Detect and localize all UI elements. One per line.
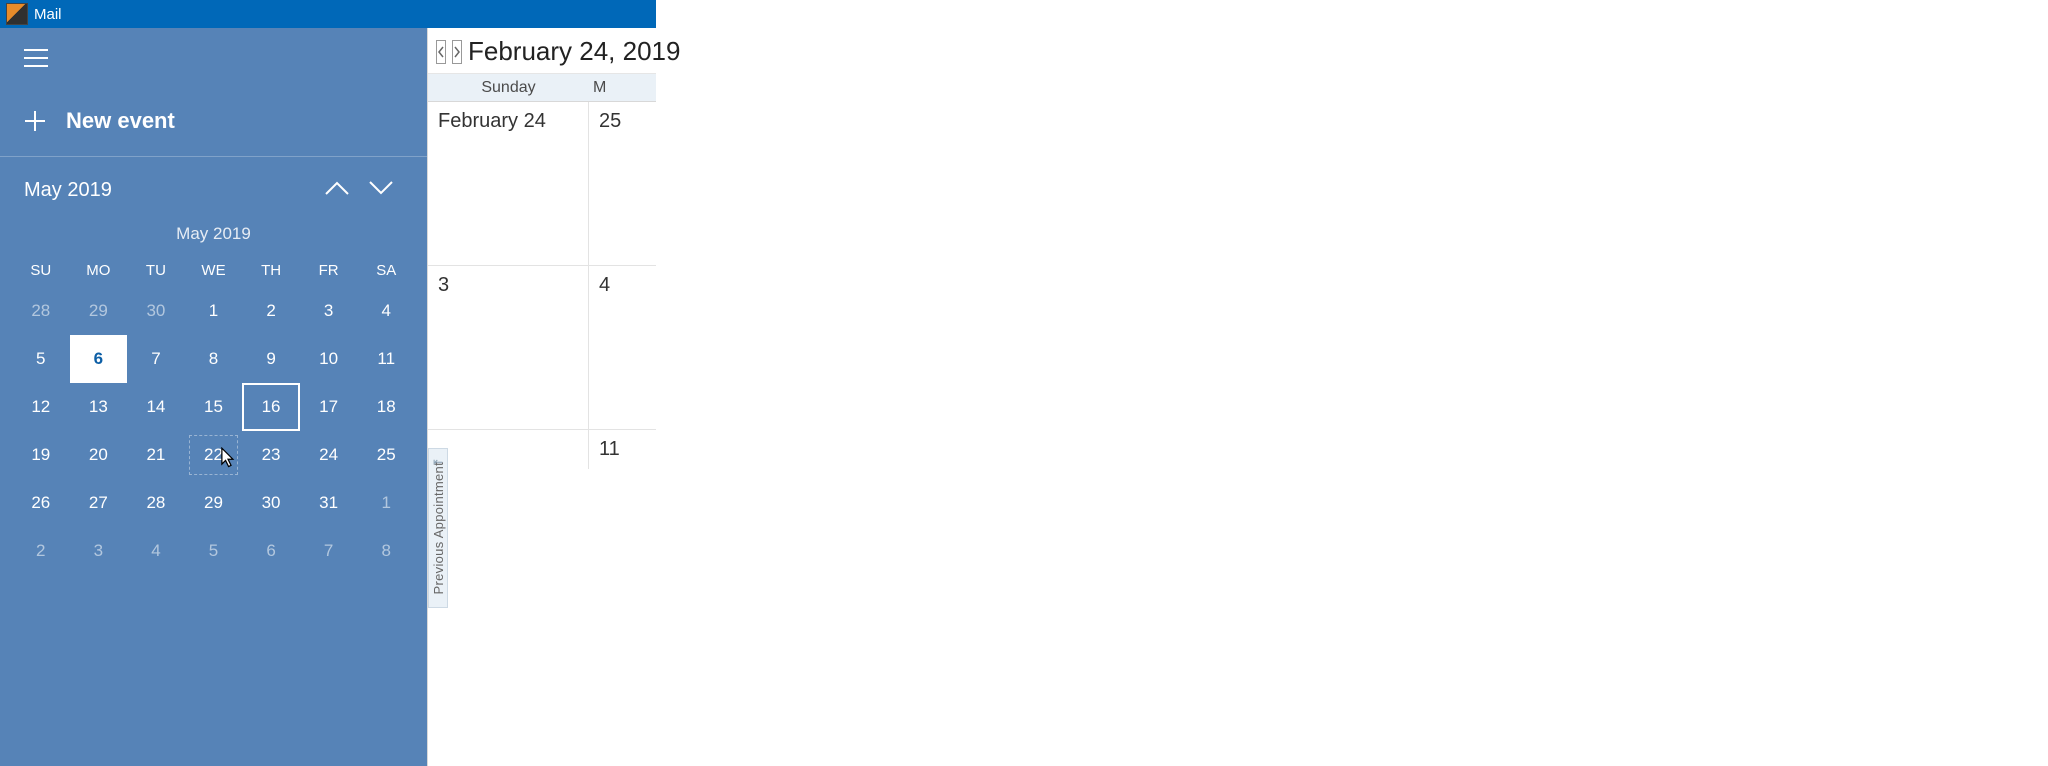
mini-calendar-day[interactable]: 5 <box>185 527 243 575</box>
previous-appointment-tab[interactable]: ⇤ Previous Appointment <box>428 448 448 608</box>
mini-calendar-dow: TH <box>242 256 300 287</box>
mini-calendar-day[interactable]: 20 <box>70 431 128 479</box>
mini-calendar-day[interactable]: 8 <box>357 527 415 575</box>
hamburger-menu-button[interactable] <box>12 34 60 82</box>
mini-calendar-day[interactable]: 29 <box>185 479 243 527</box>
mini-calendar-day[interactable]: 29 <box>70 287 128 335</box>
mini-calendar-day[interactable]: 16 <box>242 383 300 431</box>
mini-calendar-day[interactable]: 11 <box>357 335 415 383</box>
mini-calendar-day[interactable]: 3 <box>70 527 128 575</box>
mini-calendar-day[interactable]: 21 <box>127 431 185 479</box>
calendar-cell[interactable] <box>428 430 589 469</box>
month-navigator: May 2019 <box>0 157 427 216</box>
month-next-button[interactable] <box>359 179 403 202</box>
app-icon <box>6 3 28 25</box>
calendar-cell[interactable]: 3 <box>428 266 589 429</box>
mini-calendar-day[interactable]: 27 <box>70 479 128 527</box>
plus-icon <box>24 110 46 132</box>
weekday-header-row: Sunday M <box>428 74 656 102</box>
mini-calendar-day[interactable]: 13 <box>70 383 128 431</box>
title-bar: Mail <box>0 0 656 28</box>
mini-calendar-dow: TU <box>127 256 185 287</box>
mini-calendar-day[interactable]: 6 <box>70 335 128 383</box>
mini-calendar-day[interactable]: 18 <box>357 383 415 431</box>
mini-calendar-day[interactable]: 4 <box>127 527 185 575</box>
mini-calendar-day[interactable]: 23 <box>242 431 300 479</box>
date-header: February 24, 2019 <box>428 28 656 74</box>
mini-calendar-day[interactable]: 26 <box>12 479 70 527</box>
new-event-button[interactable]: New event <box>0 94 427 157</box>
mini-calendar-day[interactable]: 24 <box>300 431 358 479</box>
mini-calendar-day[interactable]: 2 <box>12 527 70 575</box>
mini-calendar-day[interactable]: 7 <box>300 527 358 575</box>
mini-calendar-day[interactable]: 28 <box>12 287 70 335</box>
prev-range-button[interactable] <box>436 40 446 64</box>
calendar-main: February 24, 2019 Sunday M February 2425… <box>427 28 656 766</box>
mini-calendar-day[interactable]: 12 <box>12 383 70 431</box>
date-title: February 24, 2019 <box>468 36 680 67</box>
calendar-cell[interactable]: 25 <box>589 102 656 265</box>
calendar-week-row: 34 <box>428 266 656 430</box>
mini-calendar-day[interactable]: 25 <box>357 431 415 479</box>
calendar-week-row: 11 <box>428 430 656 469</box>
mini-calendar-day[interactable]: 15 <box>185 383 243 431</box>
mini-calendar-day[interactable]: 1 <box>357 479 415 527</box>
mini-calendar-dow: SA <box>357 256 415 287</box>
next-range-button[interactable] <box>452 40 462 64</box>
mini-calendar-day[interactable]: 28 <box>127 479 185 527</box>
calendar-cell[interactable]: 4 <box>589 266 656 429</box>
mini-calendar-day[interactable]: 2 <box>242 287 300 335</box>
mini-calendar-day[interactable]: 14 <box>127 383 185 431</box>
mini-calendar-day[interactable]: 19 <box>12 431 70 479</box>
mini-calendar-day[interactable]: 22 <box>185 431 243 479</box>
mini-calendar-day[interactable]: 5 <box>12 335 70 383</box>
mini-calendar-day[interactable]: 17 <box>300 383 358 431</box>
mini-calendar-month-label: May 2019 <box>12 224 415 244</box>
mini-calendar-dow: WE <box>185 256 243 287</box>
mini-calendar: May 2019 SUMOTUWETHFRSA 2829301234567891… <box>0 216 427 575</box>
mini-calendar-day[interactable]: 9 <box>242 335 300 383</box>
mini-calendar-dow: SU <box>12 256 70 287</box>
weekday-sunday: Sunday <box>428 79 589 97</box>
mini-calendar-day[interactable]: 31 <box>300 479 358 527</box>
mini-calendar-day[interactable]: 7 <box>127 335 185 383</box>
calendar-week-row: February 2425 <box>428 102 656 266</box>
mini-calendar-day[interactable]: 6 <box>242 527 300 575</box>
new-event-label: New event <box>66 108 175 134</box>
mini-calendar-day[interactable]: 4 <box>357 287 415 335</box>
mini-calendar-dow: MO <box>70 256 128 287</box>
sidebar: New event May 2019 May 2019 SUMOTUWETHFR… <box>0 28 427 766</box>
calendar-cell[interactable]: February 24 <box>428 102 589 265</box>
mini-calendar-day[interactable]: 30 <box>242 479 300 527</box>
month-prev-button[interactable] <box>315 179 359 202</box>
mini-calendar-day[interactable]: 10 <box>300 335 358 383</box>
mini-calendar-day[interactable]: 30 <box>127 287 185 335</box>
month-nav-label: May 2019 <box>24 179 315 202</box>
weekday-monday-partial: M <box>589 79 656 97</box>
calendar-cell[interactable]: 11 <box>589 430 656 469</box>
mini-calendar-day[interactable]: 1 <box>185 287 243 335</box>
mini-calendar-dow: FR <box>300 256 358 287</box>
previous-appointment-label: Previous Appointment <box>431 462 446 594</box>
app-title: Mail <box>34 6 62 23</box>
mini-calendar-day[interactable]: 3 <box>300 287 358 335</box>
mini-calendar-day[interactable]: 8 <box>185 335 243 383</box>
